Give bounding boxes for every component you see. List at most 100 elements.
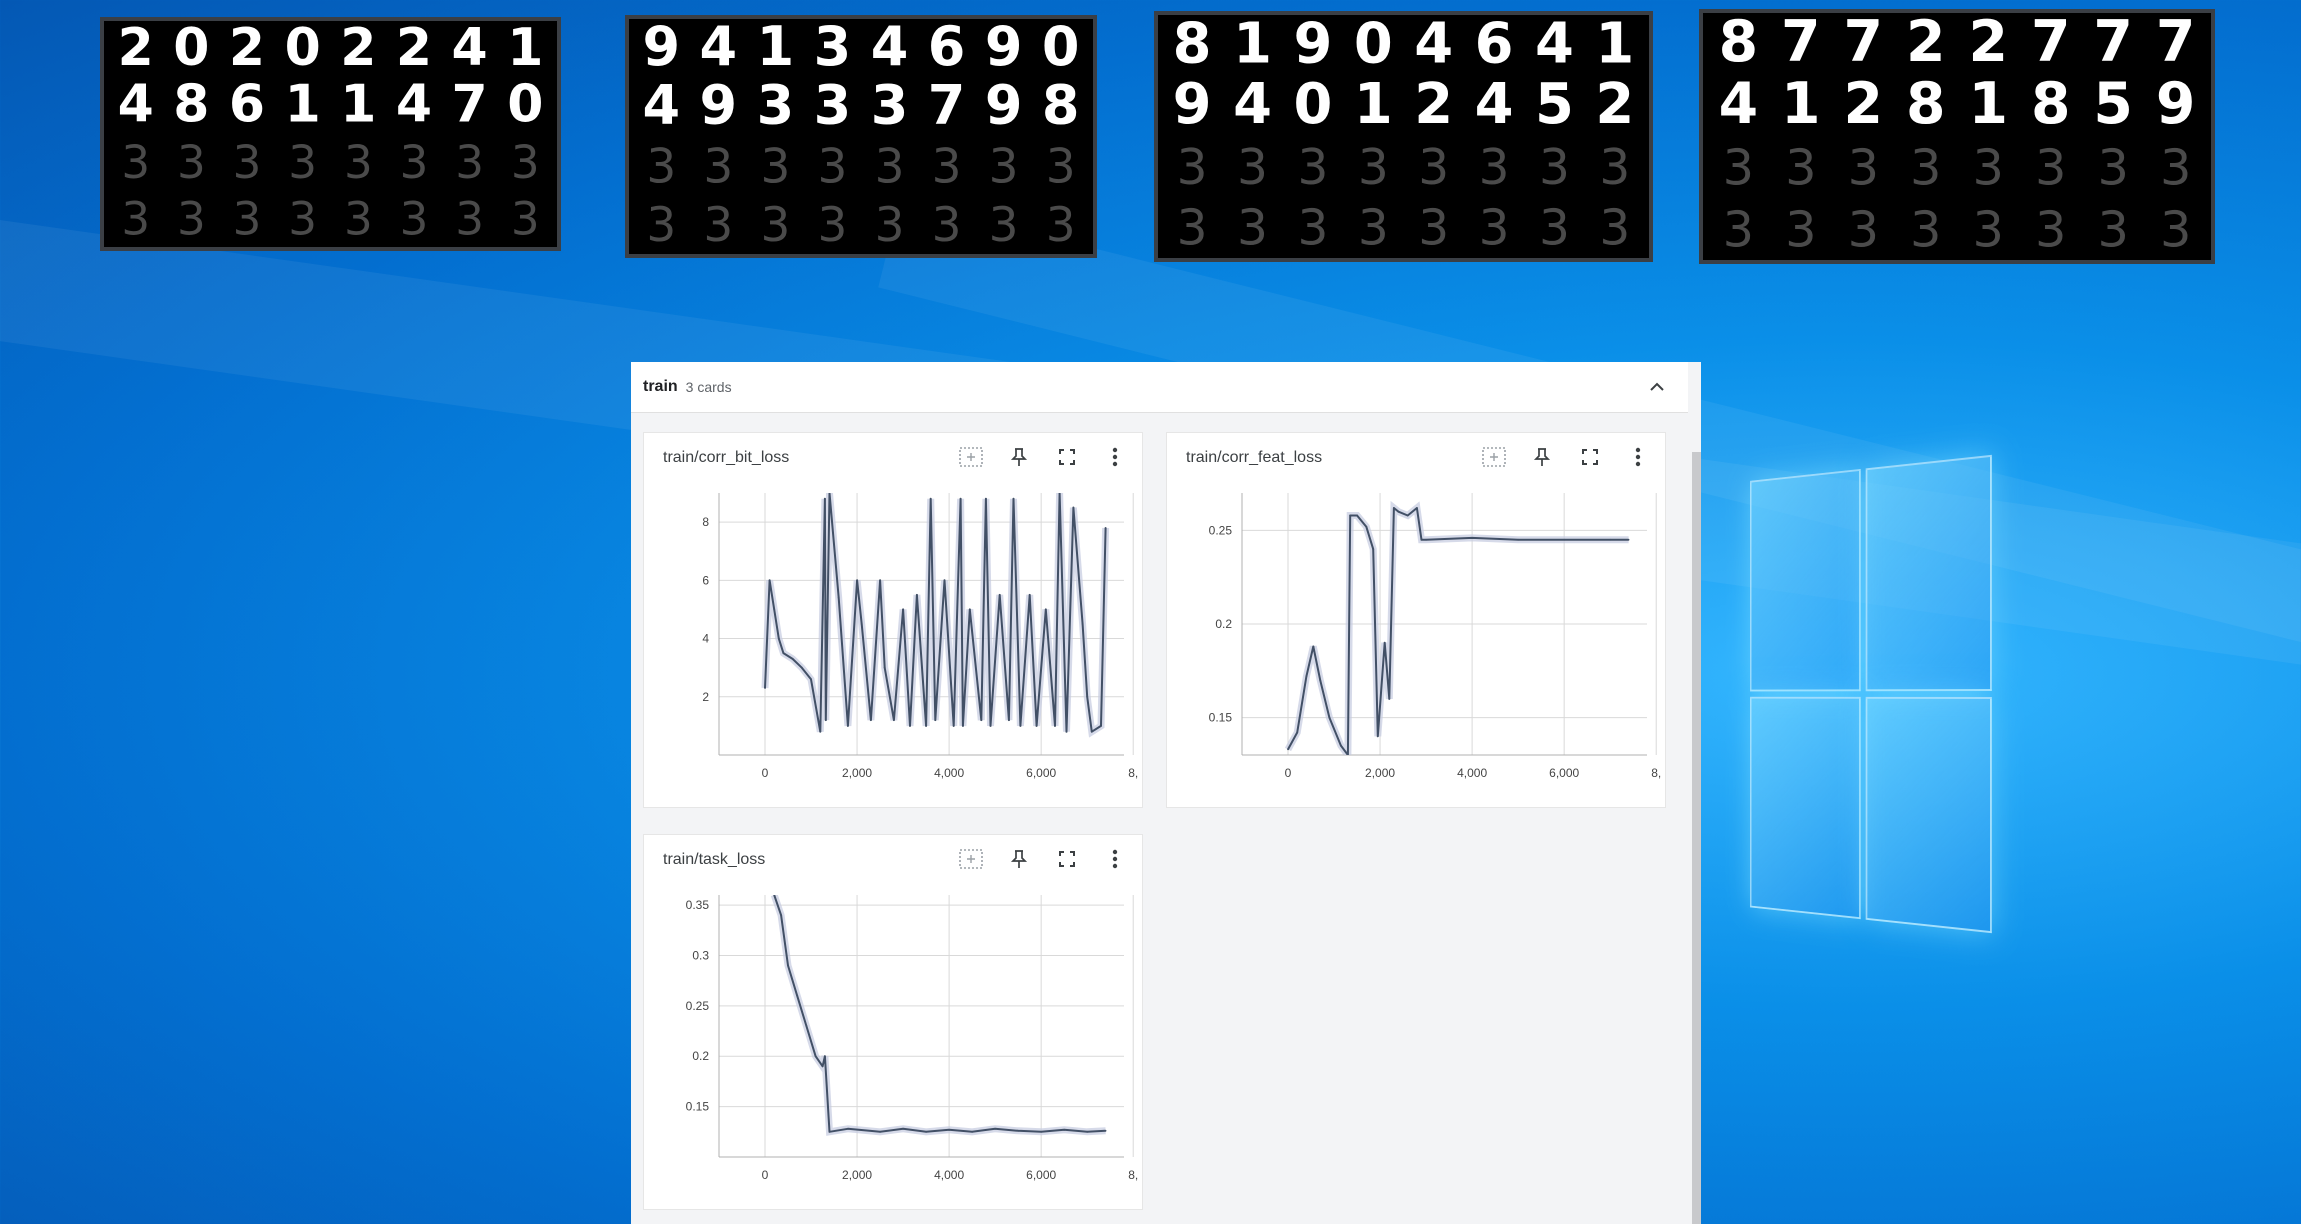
mnist-digit: 9	[2156, 71, 2196, 137]
data-point	[879, 579, 881, 582]
fullscreen-icon[interactable]	[1046, 845, 1088, 873]
mnist-digit: 8	[2031, 71, 2071, 137]
data-point	[846, 1127, 849, 1130]
card-title: train/corr_feat_loss	[1186, 449, 1323, 466]
data-point	[1081, 623, 1084, 625]
fit-domain-icon[interactable]	[950, 443, 992, 471]
data-point	[1305, 675, 1308, 678]
more-vert-icon[interactable]	[1617, 443, 1659, 471]
data-point	[1425, 538, 1427, 541]
pin-icon[interactable]	[998, 443, 1040, 471]
series-raw-band	[770, 895, 1106, 1136]
generated-digit: 3	[1785, 200, 1816, 258]
generated-digit: 3	[177, 136, 206, 189]
line-chart[interactable]: 0 2,000 4,000 6,000 8, 0.15 0.2 0.25	[1167, 485, 1667, 809]
line-chart[interactable]: 0 2,000 4,000 6,000 8, 0.15 0.2 0.25 0.3 0.35	[644, 887, 1144, 1211]
data-point	[1340, 744, 1342, 747]
scrollbar[interactable]	[1692, 452, 1701, 1224]
data-point	[1349, 514, 1352, 517]
card-actions	[1473, 443, 1659, 471]
group-header[interactable]: train 3 cards	[631, 362, 1688, 413]
data-point	[1054, 724, 1056, 727]
data-point	[902, 608, 904, 611]
mnist-digit: 6	[928, 19, 966, 78]
data-point	[879, 1130, 881, 1133]
mnist-digit: 1	[285, 75, 321, 135]
collapse-icon[interactable]	[1644, 374, 1670, 400]
generated-digit: 3	[1539, 201, 1570, 257]
y-tick-label: 2	[702, 690, 709, 704]
generated-digit: 3	[1418, 140, 1449, 196]
scalar-card: train/corr_feat_loss 0 2,000 4,000 6,000 8, 0…	[1166, 432, 1666, 808]
mnist-digit: 0	[173, 21, 209, 78]
data-point	[1296, 731, 1299, 734]
fullscreen-icon[interactable]	[1569, 443, 1611, 471]
data-point	[1376, 735, 1379, 738]
fit-domain-icon[interactable]	[950, 845, 992, 873]
more-vert-icon[interactable]	[1094, 845, 1136, 873]
mnist-digit: 1	[1233, 15, 1272, 76]
x-tick-label: 2,000	[842, 1168, 872, 1182]
generated-digit: 3	[989, 198, 1019, 253]
generated-digit: 3	[932, 198, 962, 253]
mnist-digit: 8	[1906, 71, 1946, 137]
data-point	[1017, 1129, 1020, 1132]
generated-digit: 3	[1046, 139, 1076, 194]
mnist-digit: 0	[1354, 15, 1393, 76]
generated-digit: 3	[455, 193, 484, 246]
generated-digit: 3	[2097, 139, 2128, 197]
data-point	[943, 579, 946, 582]
pin-icon[interactable]	[998, 845, 1040, 873]
x-tick-label: 6,000	[1549, 766, 1579, 780]
mnist-digit: 9	[985, 19, 1023, 78]
data-point	[1406, 514, 1409, 517]
fit-domain-icon[interactable]	[1473, 443, 1515, 471]
data-point	[959, 497, 962, 500]
more-vert-icon[interactable]	[1094, 443, 1136, 471]
line-chart[interactable]: 0 2,000 4,000 6,000 8, 2 4 6 8	[644, 485, 1144, 809]
mnist-digit: 9	[1293, 15, 1332, 76]
data-point	[1072, 506, 1075, 509]
x-tick-label: 8,	[1651, 766, 1661, 780]
fullscreen-icon[interactable]	[1046, 443, 1088, 471]
generated-digit: 3	[1599, 140, 1630, 196]
x-tick-label: 4,000	[934, 766, 964, 780]
data-point	[823, 497, 826, 500]
mnist-digit: 1	[340, 75, 376, 135]
y-tick-label: 0.2	[1215, 617, 1232, 631]
data-point	[780, 914, 783, 917]
card-title: train/corr_bit_loss	[663, 449, 790, 466]
data-point	[856, 579, 858, 582]
mnist-digit: 3	[871, 74, 909, 137]
data-point	[1035, 724, 1038, 727]
generated-digit: 3	[2097, 200, 2128, 258]
x-tick-label: 2,000	[842, 766, 872, 780]
mnist-strip-1: 20202241486114703333333333333333	[100, 17, 561, 251]
generated-digit: 3	[1358, 201, 1389, 257]
data-point	[994, 1127, 997, 1130]
data-point	[814, 1055, 817, 1058]
y-tick-label: 0.35	[686, 898, 710, 912]
data-point	[892, 719, 895, 721]
data-point	[934, 719, 937, 721]
mnist-digit: 1	[1968, 71, 2008, 137]
mnist-digit: 7	[452, 75, 488, 135]
data-point	[768, 579, 771, 582]
data-point	[1388, 697, 1391, 700]
data-point	[1104, 527, 1107, 529]
data-point	[764, 687, 766, 689]
data-point	[1346, 754, 1349, 755]
data-point	[773, 895, 776, 896]
x-tick-label: 2,000	[1365, 766, 1395, 780]
generated-digit: 3	[818, 139, 848, 194]
generated-digit: 3	[511, 193, 540, 246]
generated-digit: 3	[1599, 201, 1630, 257]
data-point	[787, 964, 789, 967]
data-point	[902, 1127, 904, 1130]
data-point	[915, 593, 918, 596]
generated-digit: 3	[1973, 139, 2004, 197]
mnist-digit: 7	[1844, 13, 1884, 75]
generated-digit: 3	[1723, 139, 1754, 197]
generated-digit: 3	[400, 136, 429, 189]
pin-icon[interactable]	[1521, 443, 1563, 471]
